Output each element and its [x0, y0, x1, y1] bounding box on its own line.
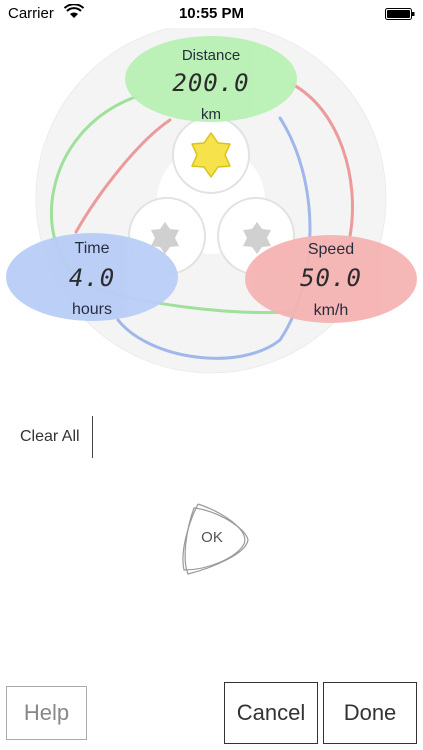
speed-unit: km/h: [313, 302, 349, 319]
star-icon-selected[interactable]: [186, 130, 236, 180]
time-value: 4.0: [68, 264, 116, 292]
distance-label: Distance: [181, 47, 241, 64]
distance-time-speed-calculator: Distance 200.0 km Time 4.0 hours Speed 5…: [0, 28, 423, 378]
ok-button[interactable]: OK: [176, 500, 256, 580]
speed-label: Speed: [307, 241, 355, 258]
battery-icon: [385, 8, 415, 20]
distance-unit: km: [201, 106, 221, 123]
speed-oval[interactable]: Speed 50.0 km/h: [245, 235, 417, 323]
clear-all-button[interactable]: Clear All: [20, 428, 80, 446]
distance-value: 200.0: [172, 69, 250, 97]
cancel-button[interactable]: Cancel: [224, 682, 318, 744]
time-oval[interactable]: Time 4.0 hours: [6, 233, 178, 321]
ok-label: OK: [201, 529, 223, 546]
time-label: Time: [74, 240, 110, 257]
help-button[interactable]: Help: [6, 686, 87, 740]
time-unit: hours: [71, 301, 113, 318]
text-caret: [92, 416, 93, 458]
status-time: 10:55 PM: [178, 5, 245, 22]
status-bar: Carrier 10:55 PM: [0, 0, 423, 28]
distance-oval[interactable]: Distance 200.0 km: [125, 36, 297, 123]
speed-value: 50.0: [300, 264, 362, 292]
done-button[interactable]: Done: [323, 682, 417, 744]
